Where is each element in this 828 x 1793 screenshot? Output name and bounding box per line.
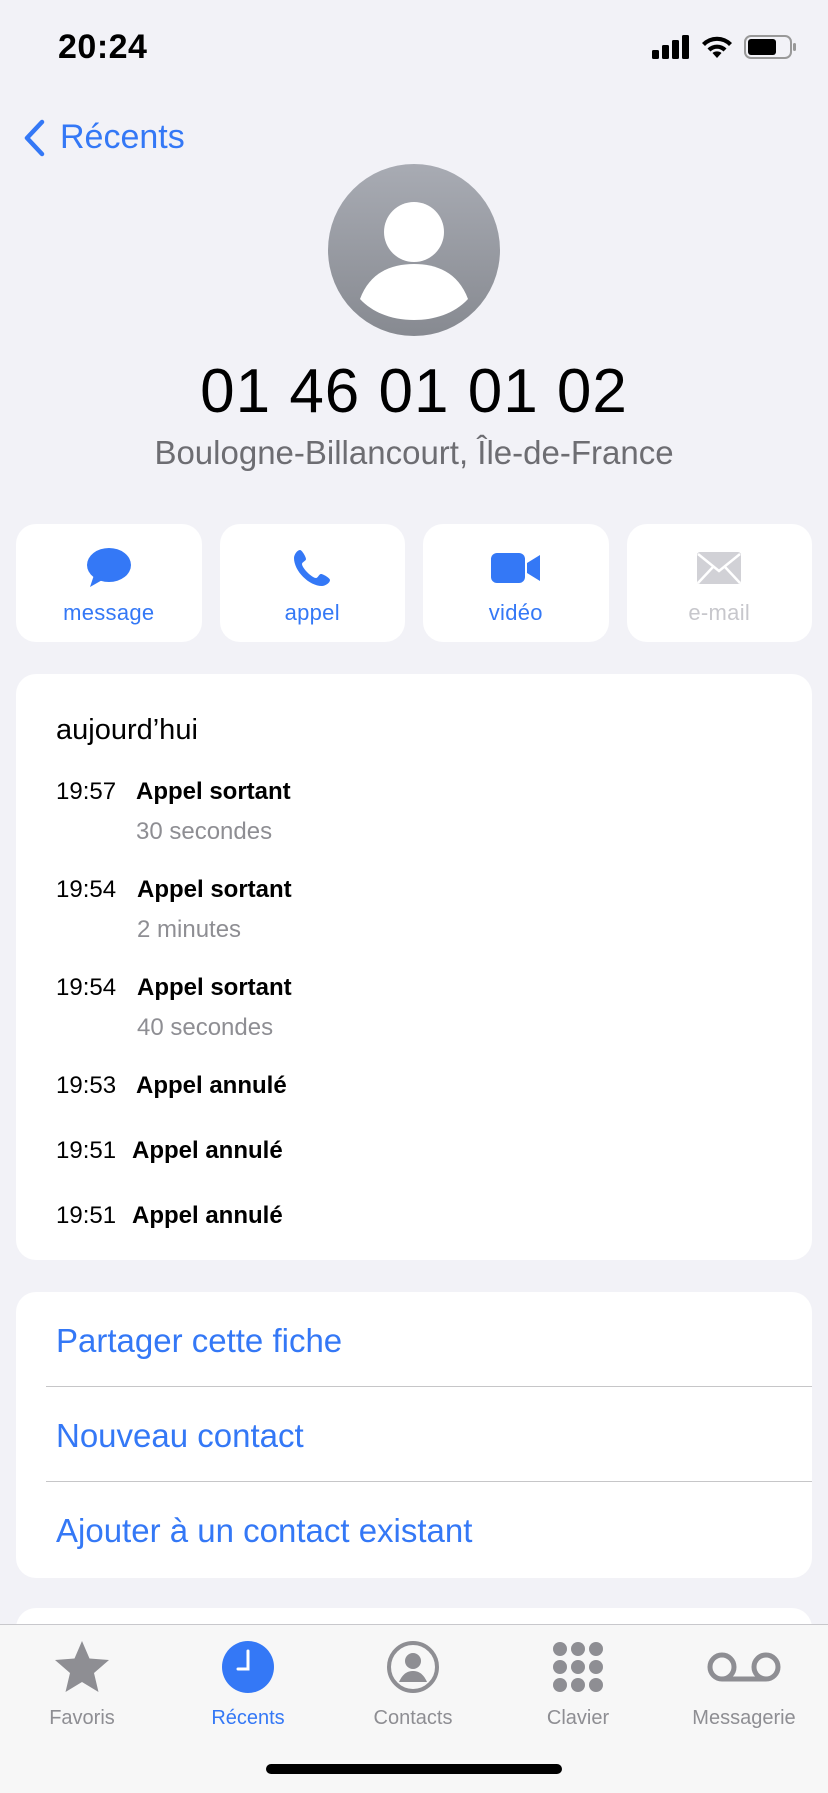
share-card-option[interactable]: Partager cette fiche xyxy=(56,1322,342,1360)
video-camera-icon xyxy=(490,553,540,583)
back-button[interactable]: Récents xyxy=(22,118,185,157)
call-duration: 30 secondes xyxy=(136,818,273,845)
person-circle-icon xyxy=(387,1641,439,1693)
phone-icon xyxy=(294,550,331,586)
chevron-left-icon xyxy=(24,119,45,156)
call-time: 19:51 xyxy=(56,1137,117,1164)
tab-clavier[interactable]: Clavier xyxy=(498,1635,658,1730)
call-type: Appel annulé xyxy=(136,1072,287,1099)
call-type: Appel annulé xyxy=(132,1137,283,1164)
person-silhouette-icon xyxy=(360,202,468,320)
divider xyxy=(46,1481,812,1482)
action-buttons: message appel vidéo e-mail xyxy=(16,524,812,642)
new-contact-option[interactable]: Nouveau contact xyxy=(56,1417,304,1455)
call-time: 19:54 xyxy=(56,974,117,1001)
call-type: Appel sortant xyxy=(137,974,292,1001)
voicemail-icon xyxy=(707,1652,781,1682)
call-time: 19:54 xyxy=(56,876,117,903)
phone-number: 01 46 01 01 02 xyxy=(200,357,628,426)
tab-label: Favoris xyxy=(49,1707,115,1729)
call-duration: 40 secondes xyxy=(137,1014,274,1041)
call-type: Appel sortant xyxy=(137,876,292,903)
message-label: message xyxy=(63,600,155,625)
back-label: Récents xyxy=(60,118,185,156)
call-type: Appel annulé xyxy=(132,1202,283,1229)
call-time: 19:57 xyxy=(56,778,117,805)
cellular-signal-icon xyxy=(652,35,689,59)
divider xyxy=(46,1386,812,1387)
message-bubble-icon xyxy=(86,548,131,587)
call-time: 19:51 xyxy=(56,1202,117,1229)
call-type: Appel sortant xyxy=(136,778,291,805)
video-button[interactable]: vidéo xyxy=(423,524,609,642)
tab-label: Messagerie xyxy=(692,1707,796,1729)
calls-date-header: aujourd’hui xyxy=(56,714,198,746)
tab-label: Récents xyxy=(211,1707,285,1729)
add-to-existing-contact-option[interactable]: Ajouter à un contact existant xyxy=(56,1512,472,1550)
battery-icon xyxy=(744,35,796,59)
tab-messagerie[interactable]: Messagerie xyxy=(664,1635,824,1730)
status-icons xyxy=(652,34,798,60)
call-label: appel xyxy=(284,600,340,625)
star-icon xyxy=(55,1641,109,1692)
keypad-icon xyxy=(553,1642,603,1692)
tab-label: Contacts xyxy=(373,1707,453,1729)
call-button[interactable]: appel xyxy=(219,524,405,642)
tab-favoris[interactable]: Favoris xyxy=(2,1635,162,1730)
home-indicator xyxy=(266,1764,562,1774)
call-time: 19:53 xyxy=(56,1072,117,1099)
email-button[interactable]: e-mail xyxy=(626,524,812,642)
avatar xyxy=(328,164,500,336)
location: Boulogne-Billancourt, Île-de-France xyxy=(154,434,674,471)
wifi-icon xyxy=(702,36,732,58)
call-history-card: aujourd’hui 19:57 Appel sortant 30 secon… xyxy=(16,674,812,1260)
tab-label: Clavier xyxy=(546,1707,610,1729)
envelope-icon xyxy=(697,552,742,584)
email-label: e-mail xyxy=(688,600,751,625)
clock-icon xyxy=(222,1641,274,1693)
message-button[interactable]: message xyxy=(16,524,202,642)
status-time: 20:24 xyxy=(58,28,148,66)
tab-contacts[interactable]: Contacts xyxy=(333,1635,493,1730)
call-duration: 2 minutes xyxy=(137,916,242,943)
video-label: vidéo xyxy=(488,600,543,625)
tab-recents[interactable]: Récents xyxy=(168,1635,328,1730)
options-card: Partager cette fiche Nouveau contact Ajo… xyxy=(16,1292,812,1578)
